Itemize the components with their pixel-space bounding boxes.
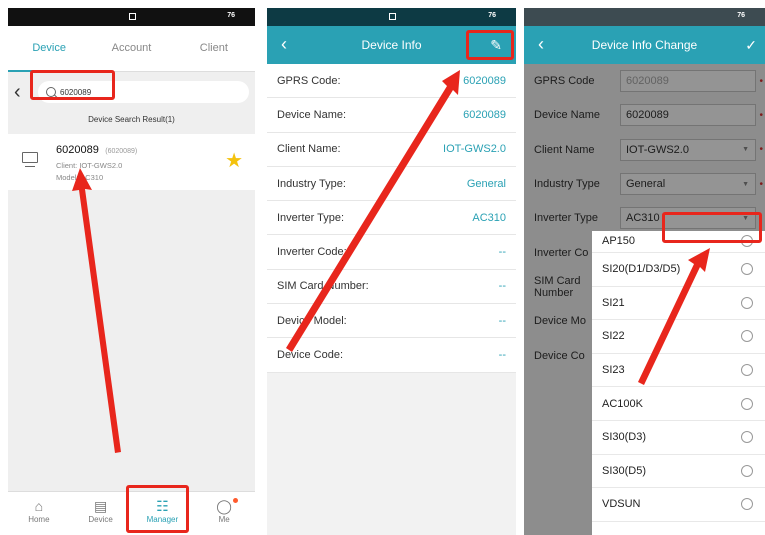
annotation-arrow	[286, 70, 460, 352]
annotation-arrow	[72, 168, 121, 453]
annotation-arrows	[72, 70, 710, 453]
annotation-arrow	[638, 248, 710, 385]
